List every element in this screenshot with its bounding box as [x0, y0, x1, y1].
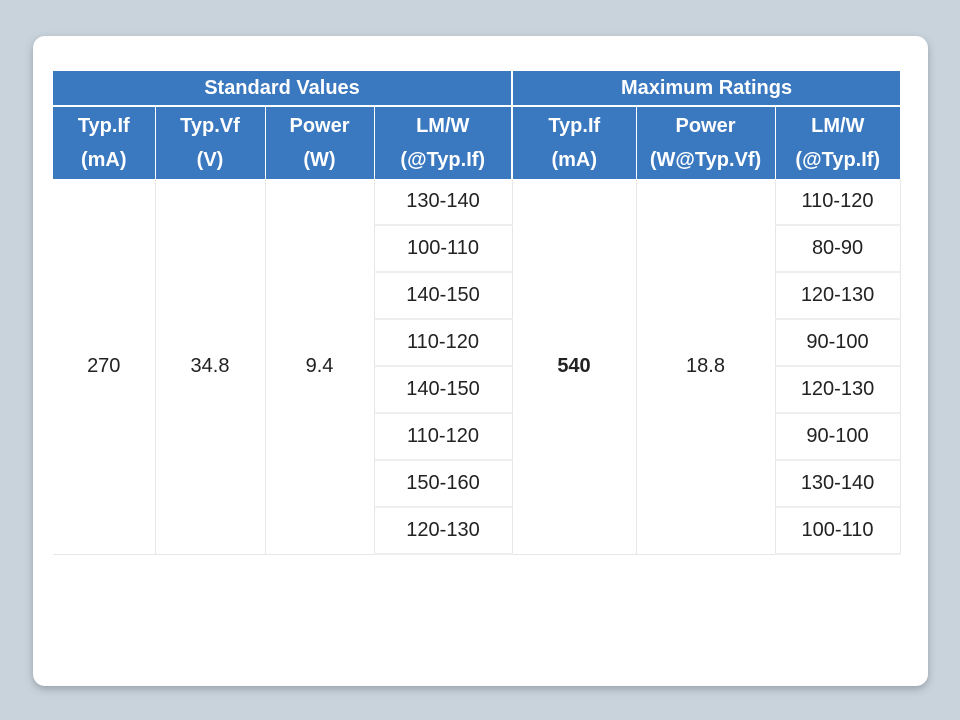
std-lmw-cell: 130-140	[373, 179, 513, 226]
std-typ-if-cell: 270	[53, 179, 156, 555]
group-header-maximum: Maximum Ratings	[512, 71, 901, 107]
max-typ-if-cell: 540	[511, 179, 637, 555]
col-header-std-typ-vf: Typ.Vf (V)	[154, 106, 265, 179]
group-header-standard: Standard Values	[53, 71, 513, 107]
col-header-max-typ-if: Typ.If (mA)	[511, 106, 636, 179]
std-lmw-cell: 110-120	[373, 413, 513, 461]
std-typ-vf-cell: 34.8	[154, 179, 266, 555]
std-lmw-cell: 140-150	[373, 366, 513, 414]
max-lmw-cell: 90-100	[774, 413, 901, 461]
max-lmw-cell: 110-120	[774, 179, 901, 226]
std-lmw-cell: 150-160	[373, 460, 513, 508]
std-lmw-cell: 100-110	[373, 225, 513, 273]
table-row: 270 34.8 9.4 130-140 540 18.8 110-120	[53, 179, 901, 555]
max-lmw-cell: 90-100	[774, 319, 901, 367]
max-power-cell: 18.8	[635, 179, 776, 555]
col-header-std-typ-if: Typ.If (mA)	[53, 106, 155, 179]
max-lmw-cell: 80-90	[774, 225, 901, 273]
max-lmw-cell: 130-140	[774, 460, 901, 508]
max-lmw-cell: 100-110	[774, 507, 901, 555]
std-power-cell: 9.4	[264, 179, 375, 555]
std-lmw-cell: 110-120	[373, 319, 513, 367]
max-lmw-cell: 120-130	[774, 272, 901, 320]
std-lmw-cell: 140-150	[373, 272, 513, 320]
std-lmw-cell: 120-130	[373, 507, 513, 555]
col-header-std-lmw: LM/W (@Typ.If)	[373, 106, 512, 179]
max-lmw-cell: 120-130	[774, 366, 901, 414]
col-header-max-lmw: LM/W (@Typ.If)	[774, 106, 901, 179]
col-header-max-power: Power (W@Typ.Vf)	[635, 106, 775, 179]
led-spec-table: Standard Values Maximum Ratings Typ.If (m…	[53, 71, 901, 555]
col-header-std-power: Power (W)	[264, 106, 374, 179]
